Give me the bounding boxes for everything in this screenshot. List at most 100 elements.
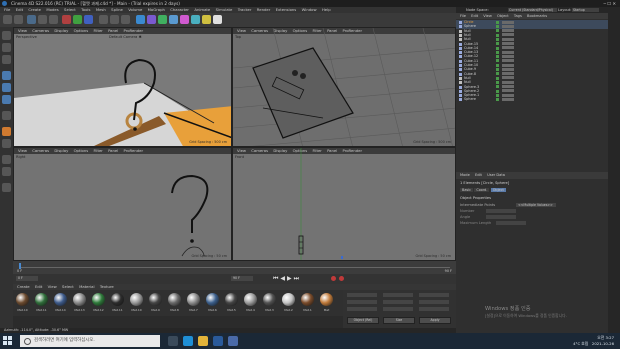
menu-item[interactable]: Tools: [81, 7, 90, 12]
material-swatch[interactable]: [168, 293, 181, 306]
tab-coord[interactable]: Coord.: [474, 188, 490, 192]
material-tag-icon[interactable]: [502, 93, 514, 97]
cinema4d-task-icon[interactable]: [228, 336, 238, 346]
render-view-icon[interactable]: [99, 15, 108, 24]
coord-field[interactable]: [347, 300, 377, 304]
coord-field[interactable]: [419, 307, 449, 311]
material-swatch[interactable]: [16, 293, 29, 306]
menu-item[interactable]: Render: [257, 7, 271, 12]
mat-menu-item[interactable]: View: [48, 284, 57, 289]
clock-date[interactable]: 2021-10-26: [592, 341, 614, 346]
menu-item[interactable]: MoGraph: [148, 7, 165, 12]
coord-field[interactable]: [419, 300, 449, 304]
window-controls[interactable]: ─ ☐ ✕: [604, 0, 616, 7]
windows-start-icon[interactable]: [3, 336, 12, 345]
menu-item[interactable]: Volume: [128, 7, 142, 12]
material-swatch[interactable]: [320, 293, 333, 306]
attr-menu-item[interactable]: Edit: [475, 173, 482, 177]
material-swatch[interactable]: [187, 293, 200, 306]
playback-controls[interactable]: ⏮◀▶⏭: [273, 275, 301, 283]
coord-field[interactable]: [419, 293, 449, 297]
material-tag-icon[interactable]: [502, 54, 514, 58]
axis-mode-icon[interactable]: [2, 111, 11, 120]
viewport-solo-icon[interactable]: [2, 183, 11, 192]
pen-icon[interactable]: [147, 15, 156, 24]
snap-icon[interactable]: [2, 127, 11, 136]
material-tag-icon[interactable]: [502, 37, 514, 41]
material-tag-icon[interactable]: [502, 24, 514, 28]
task-view-icon[interactable]: [168, 336, 178, 346]
material-swatch[interactable]: [149, 293, 162, 306]
coord-field[interactable]: [347, 307, 377, 311]
lock-icon[interactable]: [2, 167, 11, 176]
mat-menu-item[interactable]: Texture: [100, 284, 114, 289]
material-tag-icon[interactable]: [502, 89, 514, 93]
current-frame-field[interactable]: 0 F: [16, 276, 38, 281]
end-frame-field[interactable]: 90 F: [231, 276, 253, 281]
object-row[interactable]: Sphere: [456, 97, 608, 102]
menu-item[interactable]: Simulate: [216, 7, 233, 12]
menu-item[interactable]: Edit: [16, 7, 23, 12]
light-icon[interactable]: [213, 15, 222, 24]
material-tag-icon[interactable]: [502, 67, 514, 71]
viewport-right[interactable]: View Cameras Display Options Filter Pane…: [13, 147, 232, 261]
obj-menu-item[interactable]: View: [483, 14, 492, 18]
mat-menu-item[interactable]: Select: [62, 284, 74, 289]
material-swatch[interactable]: [92, 293, 105, 306]
menu-item[interactable]: Window: [302, 7, 317, 12]
cube-icon[interactable]: [136, 15, 145, 24]
obj-menu-item[interactable]: Object: [497, 14, 509, 18]
rotate-tool-icon[interactable]: [49, 15, 58, 24]
material-swatch[interactable]: [54, 293, 67, 306]
render-icon[interactable]: [110, 15, 119, 24]
edge-icon[interactable]: [183, 336, 193, 346]
enable-check-icon[interactable]: [496, 98, 499, 102]
coord-field[interactable]: [383, 307, 413, 311]
edges-mode-icon[interactable]: [2, 83, 11, 92]
coord-field[interactable]: [347, 293, 377, 297]
angle-field[interactable]: [486, 215, 516, 219]
menu-item[interactable]: Animate: [194, 7, 210, 12]
menu-item[interactable]: Mesh: [96, 7, 106, 12]
material-tag-icon[interactable]: [502, 63, 514, 67]
number-field[interactable]: [486, 209, 516, 213]
menu-item[interactable]: Help: [322, 7, 331, 12]
material-tag-icon[interactable]: [502, 50, 514, 54]
tab-basic[interactable]: Basic: [460, 188, 473, 192]
redo-icon[interactable]: [14, 15, 23, 24]
material-tag-icon[interactable]: [502, 76, 514, 80]
menu-item[interactable]: Modes: [46, 7, 58, 12]
mat-menu-item[interactable]: Edit: [35, 284, 42, 289]
material-swatch[interactable]: [73, 293, 86, 306]
y-axis-icon[interactable]: [73, 15, 82, 24]
node-space-select[interactable]: Current (Standard/Physical): [508, 8, 557, 12]
z-axis-icon[interactable]: [84, 15, 93, 24]
autokey-icon[interactable]: [339, 276, 344, 281]
layout-select[interactable]: Startup: [572, 8, 599, 12]
undo-icon[interactable]: [3, 15, 12, 24]
material-swatch[interactable]: [35, 293, 48, 306]
coord-field[interactable]: [383, 300, 413, 304]
polygons-mode-icon[interactable]: [2, 95, 11, 104]
material-tag-icon[interactable]: [502, 85, 514, 88]
intermediate-points-select[interactable]: <<Multiple Values>>: [516, 203, 556, 207]
scale-tool-icon[interactable]: [38, 15, 47, 24]
mat-menu-item[interactable]: Create: [17, 284, 30, 289]
material-swatch[interactable]: [301, 293, 314, 306]
coord-field[interactable]: [383, 293, 413, 297]
floor-icon[interactable]: [191, 15, 200, 24]
subdivision-icon[interactable]: [158, 15, 167, 24]
timeline-ruler[interactable]: 0 F 90 F: [13, 261, 456, 274]
obj-menu-item[interactable]: File: [460, 14, 466, 18]
material-tag-icon[interactable]: [502, 33, 514, 37]
material-tag-icon[interactable]: [502, 80, 514, 84]
max-length-field[interactable]: [496, 221, 526, 225]
tab-object[interactable]: Object: [490, 188, 506, 192]
viewport-front[interactable]: View Cameras Display Options Filter Pane…: [232, 147, 456, 261]
x-axis-icon[interactable]: [62, 15, 71, 24]
menu-item[interactable]: File: [4, 7, 10, 12]
material-swatch[interactable]: [282, 293, 295, 306]
points-mode-icon[interactable]: [2, 71, 11, 80]
render-settings-icon[interactable]: [121, 15, 130, 24]
material-swatch[interactable]: [244, 293, 257, 306]
